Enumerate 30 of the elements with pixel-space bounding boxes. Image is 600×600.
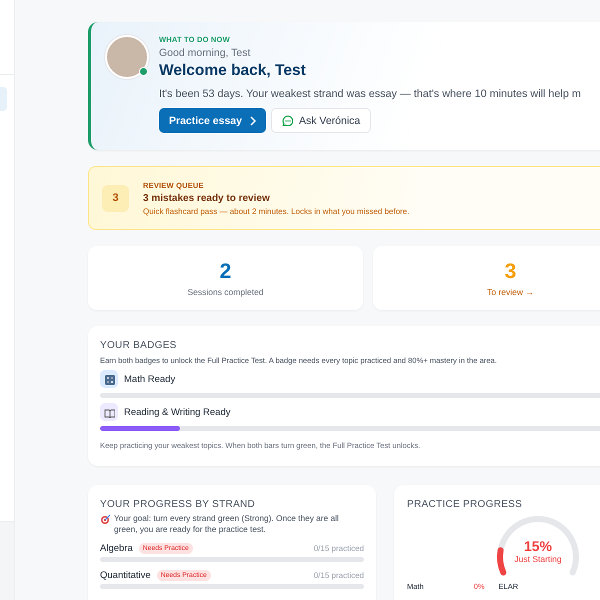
nav-item-highlight[interactable] xyxy=(0,87,7,111)
message-text: It's been 53 days. Your weakest strand was essay — that's where 10 minutes will help m xyxy=(159,88,581,100)
target-icon xyxy=(100,514,110,524)
strand-name: Quantitative xyxy=(100,570,151,581)
practiced-count: 0/15 practiced xyxy=(314,544,364,553)
stat-label: Sessions completed xyxy=(187,286,264,296)
to-review-link[interactable]: To review → xyxy=(487,286,534,296)
goal-text: Your goal: turn every strand green (Strong). Once they are all green, you are ready for the practice test. xyxy=(114,513,340,535)
count-badge: 3 xyxy=(102,184,129,212)
status-text: Just Starting xyxy=(514,554,562,564)
practice-button[interactable]: Practice essay xyxy=(159,108,266,133)
badge-name: Math Ready xyxy=(124,374,176,384)
stat-value: 2 xyxy=(220,260,232,284)
badge-name: Reading & Writing Ready xyxy=(124,406,230,418)
chat-bubble-icon xyxy=(282,115,293,126)
greeting-text: Good morning, Test xyxy=(159,47,252,59)
ask-button[interactable]: Ask Verónica xyxy=(270,108,372,133)
section-title: PRACTICE PROGRESS xyxy=(407,499,524,510)
calculator-icon xyxy=(104,374,114,384)
percent-value: 15% xyxy=(524,538,552,554)
section-title: YOUR BADGES xyxy=(100,340,178,351)
practiced-count: 0/15 practiced xyxy=(314,570,364,580)
stat-value: 3 xyxy=(504,260,516,284)
section-title: YOUR PROGRESS BY STRAND xyxy=(100,499,256,510)
chevron-right-icon xyxy=(248,116,256,126)
strand-name: Algebra xyxy=(100,542,133,554)
review-description: Quick flashcard pass — about 2 minutes. Locks in what you missed before. xyxy=(143,206,410,216)
book-icon xyxy=(104,406,114,418)
welcome-title: Welcome back, Test xyxy=(159,62,307,80)
review-title: 3 mistakes ready to review xyxy=(143,192,271,204)
